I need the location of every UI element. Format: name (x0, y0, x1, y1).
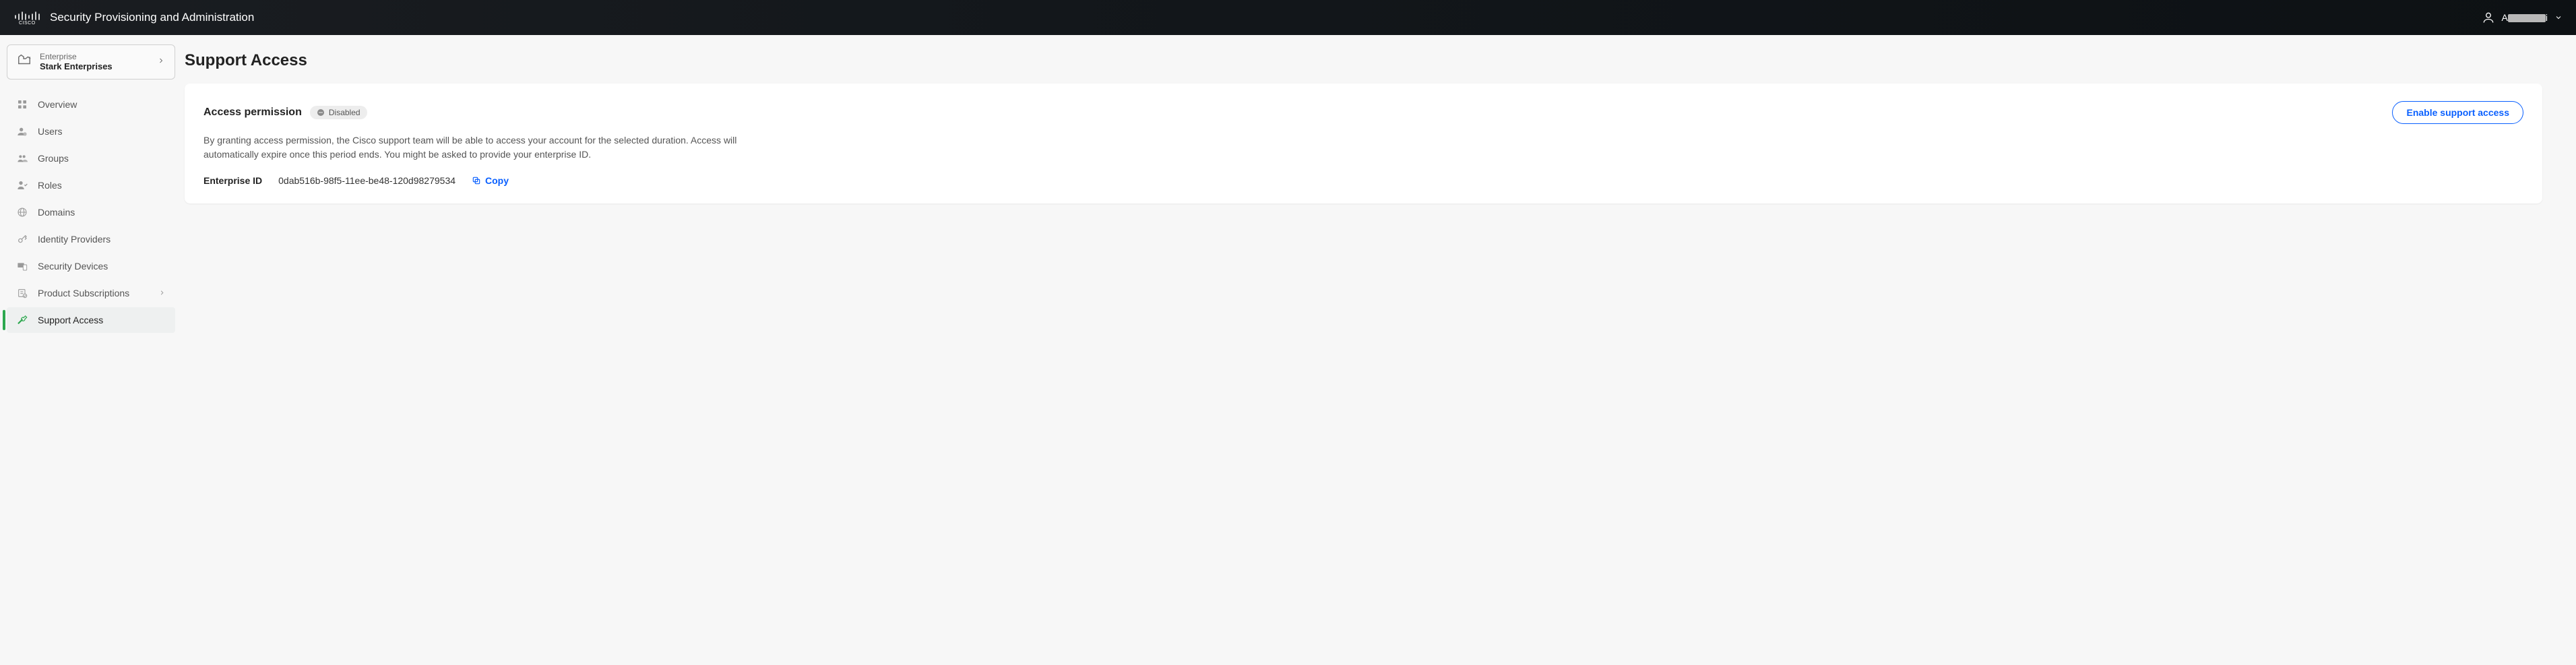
sidebar-item-identity-providers[interactable]: Identity Providers (7, 226, 175, 252)
overview-icon (16, 99, 28, 110)
enterprise-icon (17, 53, 32, 71)
status-badge: Disabled (310, 106, 367, 119)
roles-icon (16, 180, 28, 191)
sidebar-item-label: Identity Providers (38, 234, 111, 245)
sidebar-item-label: Groups (38, 153, 69, 164)
status-label: Disabled (329, 108, 360, 117)
nav-list: Overview Users Groups Roles (7, 92, 175, 333)
globe-icon (16, 207, 28, 218)
sidebar-item-label: Product Subscriptions (38, 288, 129, 298)
enterprise-label: Enterprise (40, 52, 149, 61)
sidebar-item-label: Overview (38, 99, 77, 110)
enterprise-id-value: 0dab516b-98f5-11ee-be48-120d98279534 (278, 175, 455, 186)
sidebar-item-groups[interactable]: Groups (7, 146, 175, 171)
enterprise-name: Stark Enterprises (40, 61, 149, 72)
copy-button[interactable]: Copy (472, 175, 509, 186)
key-icon (16, 234, 28, 245)
user-name-prefix: A (2502, 12, 2508, 23)
card-header: Access permission Disabled Enable suppor… (203, 101, 2523, 124)
chevron-down-icon (2554, 13, 2563, 22)
description-text: By granting access permission, the Cisco… (203, 133, 783, 162)
user-name: Ai (2502, 12, 2548, 23)
copy-icon (472, 176, 481, 185)
copy-label: Copy (485, 175, 509, 186)
sidebar-item-domains[interactable]: Domains (7, 199, 175, 225)
chevron-right-icon (157, 56, 165, 68)
user-avatar-icon (2482, 11, 2495, 24)
sidebar-item-support-access[interactable]: Support Access (7, 307, 175, 333)
sidebar: Enterprise Stark Enterprises Overview Us… (0, 35, 182, 342)
sidebar-item-overview[interactable]: Overview (7, 92, 175, 117)
section-title: Access permission (203, 106, 302, 119)
app-title: Security Provisioning and Administration (50, 11, 254, 24)
chevron-right-icon (158, 288, 166, 298)
header-left: CISCO Security Provisioning and Administ… (13, 10, 254, 25)
devices-icon (16, 261, 28, 272)
svg-text:CISCO: CISCO (19, 21, 36, 25)
sidebar-item-label: Support Access (38, 315, 103, 325)
cisco-logo-icon: CISCO (13, 10, 40, 25)
sidebar-item-users[interactable]: Users (7, 119, 175, 144)
groups-icon (16, 153, 28, 164)
card-header-left: Access permission Disabled (203, 106, 367, 119)
page-title: Support Access (185, 51, 2542, 70)
sidebar-item-security-devices[interactable]: Security Devices (7, 253, 175, 279)
sidebar-item-label: Domains (38, 207, 75, 218)
wrench-icon (16, 315, 28, 325)
enable-support-access-button[interactable]: Enable support access (2392, 101, 2523, 124)
user-menu[interactable]: Ai (2482, 11, 2563, 24)
sidebar-item-label: Roles (38, 180, 62, 191)
enterprise-id-label: Enterprise ID (203, 175, 262, 186)
enterprise-selector[interactable]: Enterprise Stark Enterprises (7, 44, 175, 80)
enterprise-texts: Enterprise Stark Enterprises (40, 52, 149, 72)
user-name-suffix: i (2546, 12, 2548, 23)
top-header: CISCO Security Provisioning and Administ… (0, 0, 2576, 35)
user-name-obscured (2508, 14, 2546, 22)
access-permission-card: Access permission Disabled Enable suppor… (185, 84, 2542, 203)
sidebar-item-roles[interactable]: Roles (7, 172, 175, 198)
disabled-icon (317, 108, 325, 117)
enterprise-id-row: Enterprise ID 0dab516b-98f5-11ee-be48-12… (203, 175, 2523, 186)
sidebar-item-label: Security Devices (38, 261, 108, 272)
user-icon (16, 126, 28, 137)
sidebar-item-product-subscriptions[interactable]: Product Subscriptions (7, 280, 175, 306)
main-content: Support Access Access permission Disable… (182, 35, 2563, 224)
sidebar-item-label: Users (38, 126, 63, 137)
subscription-icon (16, 288, 28, 298)
